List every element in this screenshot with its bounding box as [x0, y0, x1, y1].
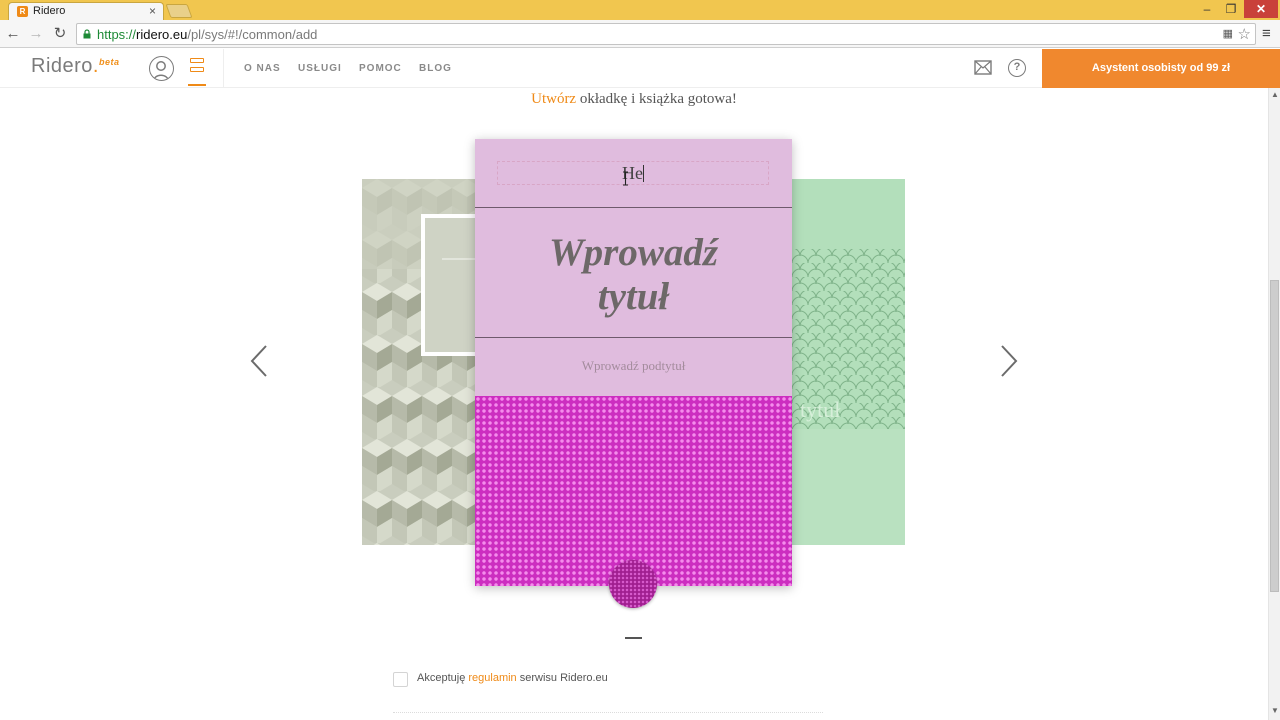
personal-assistant-button[interactable]: Asystent osobisty od 99 zł [1042, 49, 1280, 88]
window-close-button[interactable]: ✕ [1244, 0, 1278, 18]
translate-icon[interactable]: ▦ [1223, 27, 1233, 40]
headline-text: okładkę i książka gotowa! [576, 91, 737, 107]
menu-bar-bottom [190, 67, 204, 72]
ridero-favicon-icon: R [17, 6, 28, 17]
logo-text: Ridero [31, 55, 93, 77]
new-tab-button[interactable] [165, 4, 193, 18]
browser-toolbar: ← → ↻ https://ridero.eu/pl/sys/#!/common… [0, 20, 1280, 48]
page-headline: Utwórz okładkę i książka gotowa! [0, 91, 1268, 108]
lock-icon [83, 29, 91, 39]
next-row-partial [393, 712, 823, 720]
terms-label: Akceptuję regulamin serwisu Ridero.eu [417, 672, 608, 684]
reload-icon[interactable]: ↻ [51, 25, 69, 43]
user-silhouette-icon [152, 61, 170, 80]
menu-bar-top [190, 58, 204, 63]
url-path: /pl/sys/#!/common/add [187, 27, 318, 42]
cover-title-field[interactable]: Wprowadź tytuł [475, 231, 792, 319]
nav-link-blog[interactable]: BLOG [419, 63, 452, 74]
url-scheme: https:// [97, 27, 137, 42]
carousel-indicator[interactable] [625, 637, 642, 639]
nav-link-pomoc[interactable]: POMOC [359, 63, 402, 74]
cover-divider-top [475, 207, 792, 208]
browser-titlebar: R Ridero × – ❐ ✕ [0, 0, 1280, 20]
user-profile-icon[interactable] [149, 56, 174, 81]
window-maximize-button[interactable]: ❐ [1220, 0, 1242, 18]
next-arrow-icon[interactable] [998, 344, 1020, 378]
address-bar[interactable]: https://ridero.eu/pl/sys/#!/common/add ▦… [76, 23, 1256, 45]
terms-checkbox[interactable] [393, 672, 408, 687]
previous-arrow-icon[interactable] [248, 344, 270, 378]
back-arrow-icon[interactable]: ← [4, 25, 22, 43]
headline-accent: Utwórz [531, 91, 577, 107]
terms-link[interactable]: regulamin [468, 672, 516, 684]
scroll-up-icon[interactable]: ▲ [1271, 90, 1279, 99]
next-cover-template[interactable]: tytuł [792, 179, 905, 545]
text-caret [643, 165, 644, 182]
cover-subtitle-field[interactable]: Wprowadź podtytuł [475, 358, 792, 374]
beta-badge: beta [99, 57, 120, 67]
next-cover-title: tytuł [800, 397, 841, 422]
forward-arrow-icon[interactable]: → [27, 25, 45, 43]
terms-prefix: Akceptuję [417, 672, 469, 684]
scrollbar-thumb[interactable] [1270, 280, 1279, 592]
site-header: Ridero. beta O NAS USŁUGI POMOC BLOG ? A… [0, 49, 1280, 88]
browser-menu-icon[interactable]: ≡ [1262, 25, 1271, 42]
ridero-logo[interactable]: Ridero. beta [31, 55, 119, 78]
title-line-2: tytuł [597, 275, 670, 318]
cube-pattern-image [362, 179, 476, 545]
window-minimize-button[interactable]: – [1196, 0, 1218, 18]
terms-suffix: serwisu Ridero.eu [516, 672, 608, 684]
projects-menu-icon[interactable] [186, 57, 208, 86]
browser-tab[interactable]: R Ridero × [8, 2, 164, 20]
nav-link-uslugi[interactable]: USŁUGI [298, 63, 342, 74]
author-input[interactable]: He [497, 161, 769, 185]
cover-pattern-area [475, 396, 792, 586]
scale-pattern-image [792, 249, 905, 545]
cover-divider-bottom [475, 337, 792, 338]
url-host: ridero.eu [136, 27, 188, 42]
nav-link-o-nas[interactable]: O NAS [244, 63, 281, 74]
header-divider [223, 49, 224, 88]
scroll-down-icon[interactable]: ▼ [1271, 706, 1279, 715]
bookmark-star-icon[interactable]: ☆ [1238, 25, 1251, 43]
pattern-selector-handle[interactable] [609, 560, 657, 608]
title-line-1: Wprowadź [548, 231, 719, 274]
url-text: https://ridero.eu/pl/sys/#!/common/add [97, 27, 317, 42]
tab-title: Ridero [33, 5, 66, 17]
tab-close-icon[interactable]: × [149, 4, 156, 18]
page-scrollbar[interactable]: ▲ ▼ [1268, 88, 1280, 720]
menu-active-underline [188, 84, 206, 86]
book-cover-editor: He Wprowadź tytuł Wprowadź podtytuł [475, 139, 792, 586]
previous-cover-template[interactable] [362, 179, 476, 545]
help-icon[interactable]: ? [1008, 59, 1026, 77]
mail-icon[interactable] [974, 60, 992, 75]
text-cursor-icon [623, 171, 628, 186]
